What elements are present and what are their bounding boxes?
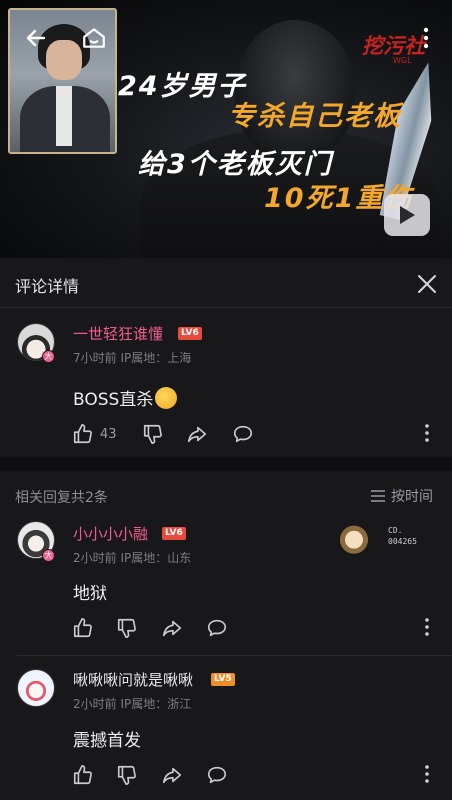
reply-location: IP属地：浙江 [120, 697, 192, 711]
comment-detail-panel: 评论详情 大 一世轻狂谁懂 LV6 7小时前 IP属地：上海 BOSS直杀 43 [0, 258, 452, 800]
more-vertical-icon [423, 27, 429, 49]
play-button[interactable] [384, 194, 430, 236]
share-icon [162, 767, 182, 784]
video-headline-line-2: 专杀自己老板 [228, 101, 402, 132]
level-badge: LV6 [178, 327, 202, 340]
play-icon [400, 206, 415, 224]
like-count: 43 [100, 426, 117, 442]
video-figure-head [235, 20, 355, 160]
share-icon [162, 620, 182, 637]
level-badge: LV6 [162, 527, 186, 540]
comment-text: BOSS直杀 [73, 385, 178, 410]
comment-actions: 43 [72, 422, 272, 446]
close-button[interactable] [414, 271, 440, 297]
reply-actions [72, 763, 272, 787]
reply-time: 2小时前 [73, 551, 117, 565]
replies-header: 相关回复共2条 按时间 [0, 471, 452, 521]
reply-username[interactable]: 啾啾啾问就是啾啾 [73, 669, 193, 690]
fan-decoration-code: CD. 004265 [388, 525, 417, 547]
like-button[interactable] [72, 616, 94, 640]
share-button[interactable] [161, 616, 183, 640]
video-brand-sub: WGL [393, 56, 412, 65]
reply-meta: 2小时前 IP属地：浙江 [73, 695, 191, 712]
thumbs-down-icon [117, 765, 136, 785]
fan-decoration-avatar [337, 521, 371, 555]
thumbs-up-icon [73, 765, 92, 785]
thumbs-up-icon [73, 424, 92, 444]
reply-item: 大 小小小小融 LV6 CD. 004265 2小时前 IP属地：山东 地狱 [0, 521, 452, 647]
level-badge: LV5 [211, 673, 235, 686]
reply-meta: 2小时前 IP属地：山东 [73, 549, 191, 566]
reply-username[interactable]: 小小小小融 [73, 523, 148, 544]
sort-lines-icon [371, 490, 385, 502]
reply-actions [72, 616, 272, 640]
comment-meta: 7小时前 IP属地：上海 [73, 349, 191, 366]
comment-location: IP属地：上海 [120, 351, 192, 365]
reply-location: IP属地：山东 [120, 551, 192, 565]
reply-item: 啾啾啾问就是啾啾 LV5 2小时前 IP属地：浙江 震撼首发 [0, 669, 452, 800]
avatar[interactable] [17, 669, 55, 707]
reply-text: 地狱 [73, 584, 107, 604]
thumbs-down-icon [143, 424, 162, 444]
sort-by-time-button[interactable]: 按时间 [370, 485, 433, 507]
panel-title: 评论详情 [15, 277, 80, 296]
fan-decoration: CD. 004265 [337, 521, 432, 555]
home-button[interactable] [76, 20, 112, 56]
crying-emoji-icon [155, 387, 178, 409]
avatar-badge: 大 [42, 549, 55, 562]
like-button[interactable]: 43 [72, 422, 117, 446]
reply-time: 2小时前 [73, 697, 117, 711]
back-arrow-icon [26, 29, 46, 47]
reply-text: 震撼首发 [73, 731, 141, 751]
share-button[interactable] [186, 422, 208, 446]
replies-count: 相关回复共2条 [15, 490, 108, 506]
back-button[interactable] [18, 20, 54, 56]
fan-decoration-code-line-2: 004265 [388, 537, 417, 546]
more-vertical-icon [425, 618, 429, 636]
reply-bubble-icon [233, 425, 253, 443]
fan-decoration-code-line-1: CD. [388, 526, 403, 535]
reply-bubble-icon [207, 766, 227, 784]
dislike-button[interactable] [116, 763, 138, 787]
comment-username[interactable]: 一世轻狂谁懂 [73, 323, 163, 344]
video-more-button[interactable] [414, 20, 438, 56]
share-button[interactable] [161, 763, 183, 787]
home-icon [83, 28, 105, 48]
reply-more-button[interactable] [419, 616, 435, 638]
thumbs-up-icon [73, 618, 92, 638]
sort-label: 按时间 [391, 489, 433, 505]
dislike-button[interactable] [116, 616, 138, 640]
more-vertical-icon [425, 765, 429, 783]
reply-bubble-icon [207, 619, 227, 637]
reply-more-button[interactable] [419, 763, 435, 785]
avatar-badge: 大 [42, 350, 55, 363]
share-icon [187, 426, 207, 443]
panel-header: 评论详情 [0, 258, 452, 308]
like-button[interactable] [72, 763, 94, 787]
section-divider [0, 457, 452, 471]
comment-more-button[interactable] [419, 422, 435, 444]
close-icon [418, 275, 436, 293]
comment-time: 7小时前 [73, 351, 117, 365]
thumbs-down-icon [117, 618, 136, 638]
dislike-button[interactable] [142, 422, 164, 446]
reply-separator [17, 655, 452, 656]
main-comment: 大 一世轻狂谁懂 LV6 7小时前 IP属地：上海 BOSS直杀 43 [0, 316, 452, 456]
reply-button[interactable] [206, 616, 228, 640]
reply-button[interactable] [232, 422, 254, 446]
reply-button[interactable] [206, 763, 228, 787]
more-vertical-icon [425, 424, 429, 442]
video-player[interactable]: 24岁男子 专杀自己老板 给3个老板灭门 10死1重伤 挖污社 WGL [0, 0, 452, 258]
comment-text-content: BOSS直杀 [73, 390, 154, 410]
